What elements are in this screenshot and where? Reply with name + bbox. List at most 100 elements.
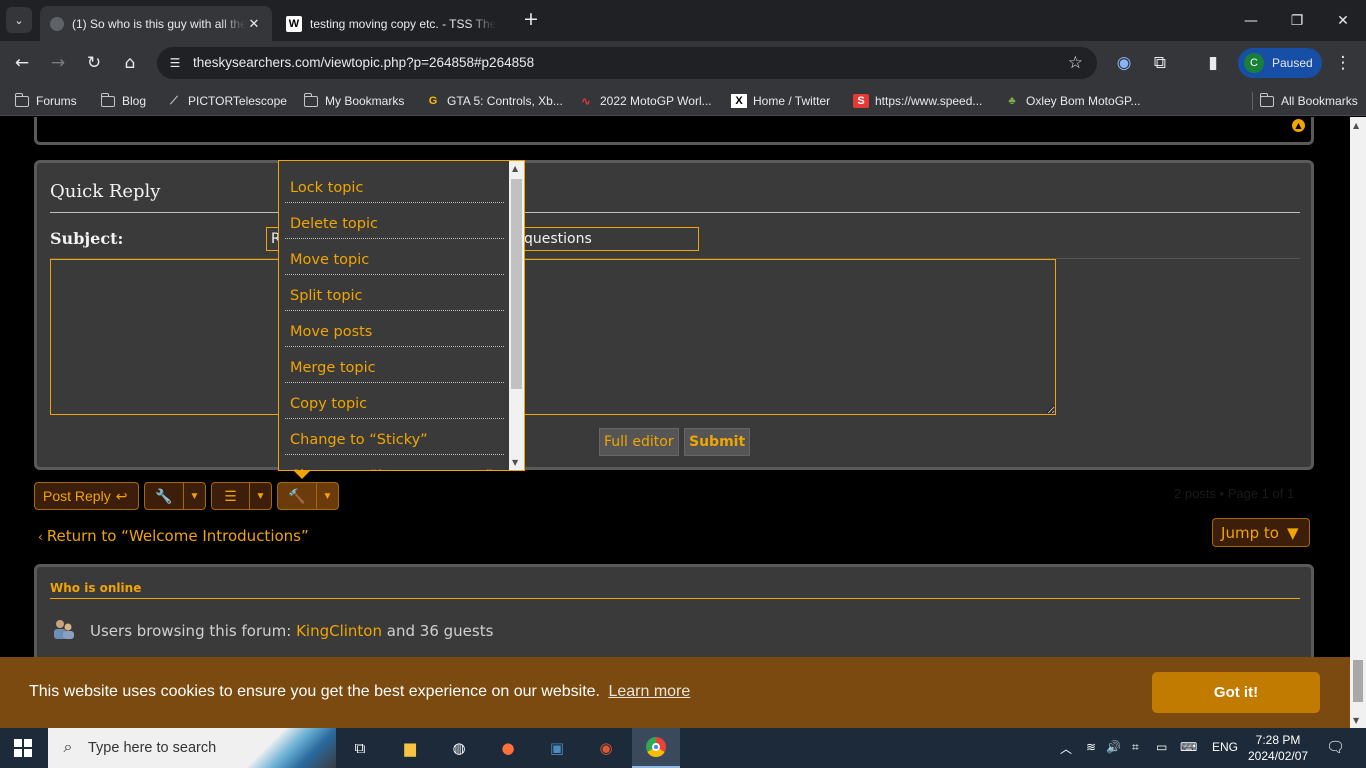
menu-item-move-topic[interactable]: Move topic — [285, 239, 504, 275]
bookmark-label: Oxley Bom MotoGP... — [1026, 94, 1141, 108]
bookmark-star-icon[interactable]: ☆ — [1068, 53, 1083, 73]
volume-icon[interactable]: 🔊 — [1106, 740, 1121, 754]
minimize-icon[interactable]: — — [1228, 0, 1274, 41]
bookmark-motogp[interactable]: ∿ 2022 MotoGP Worl... — [578, 92, 711, 110]
quick-reply-panel: Quick Reply Subject: Rquestions Full edi… — [34, 160, 1314, 470]
scroll-up-icon[interactable]: ▲ — [512, 164, 518, 173]
wifi-icon[interactable]: ≋ — [1086, 740, 1096, 754]
home-icon[interactable]: ⌂ — [117, 50, 143, 76]
chevron-down-icon: ▼ — [183, 483, 205, 509]
menu-item-copy-topic[interactable]: Copy topic — [285, 383, 504, 419]
folder-icon — [1259, 92, 1275, 108]
jump-to-button[interactable]: Jump to ▼ — [1212, 518, 1310, 547]
bookmark-speed[interactable]: Shttps://www.speed... — [853, 92, 982, 110]
bookmark-forums[interactable]: Forums — [14, 92, 77, 110]
cookie-banner: This website uses cookies to ensure you … — [0, 657, 1350, 728]
firefox-icon[interactable]: ● — [496, 736, 520, 760]
dropdown-pointer — [293, 470, 311, 479]
forward-arrow-icon[interactable]: → — [45, 50, 71, 76]
scroll-down-icon[interactable]: ▼ — [1353, 716, 1359, 725]
back-to-top-icon[interactable]: ▲ — [1292, 119, 1305, 132]
tab-active[interactable]: (1) So who is this guy with all the ques… — [40, 6, 272, 41]
message-textarea[interactable] — [50, 259, 1056, 415]
extension-icon[interactable]: ◉ — [1111, 50, 1137, 76]
taskbar-search[interactable]: ⌕ Type here to search — [48, 728, 336, 768]
users-browsing-prefix: Users browsing this forum: — [90, 622, 292, 640]
s-logo-icon: S — [853, 94, 869, 108]
bookmark-my-bookmarks[interactable]: My Bookmarks — [303, 92, 404, 110]
x-logo-icon: X — [731, 94, 747, 108]
site-info-icon[interactable]: ☰ — [165, 53, 185, 73]
menu-item-change-sticky[interactable]: Change to “Sticky” — [285, 419, 504, 455]
page-scrollbar[interactable]: ▲ ▼ — [1350, 117, 1366, 728]
keyboard-icon[interactable]: ⌨ — [1180, 740, 1197, 754]
g-logo-icon: G — [428, 95, 438, 107]
chevron-down-icon: ▼ — [249, 483, 271, 509]
windows-start-icon[interactable] — [14, 739, 32, 757]
bookmark-pictortelescope[interactable]: ⟋ PICTORTelescope — [166, 92, 287, 110]
dropdown-scrollbar[interactable]: ▲ ▼ — [509, 161, 524, 470]
clock[interactable]: 7:28 PM 2024/02/07 — [1248, 732, 1308, 764]
restore-icon[interactable]: ❐ — [1274, 0, 1320, 41]
post-panel-bottom: ▲ — [34, 117, 1314, 145]
tab-search-chevron-icon[interactable]: ⌄ — [6, 7, 32, 33]
page-scroll-thumb[interactable] — [1353, 660, 1363, 702]
duckduckgo-icon[interactable]: ◉ — [594, 736, 618, 760]
scroll-up-icon[interactable]: ▲ — [1353, 121, 1359, 130]
chevron-down-icon: ▼ — [1287, 523, 1299, 542]
post-reply-label: Post Reply — [43, 488, 111, 504]
clock-date: 2024/02/07 — [1248, 749, 1309, 763]
puzzle-extensions-icon[interactable]: ⧉ — [1147, 50, 1173, 76]
online-user-link[interactable]: KingClinton — [296, 622, 382, 640]
bookmark-oxley[interactable]: ♣ Oxley Bom MotoGP... — [1004, 92, 1141, 110]
menu-item-split-topic[interactable]: Split topic — [285, 275, 504, 311]
close-window-icon[interactable]: ✕ — [1320, 0, 1366, 41]
windows-taskbar: ⌕ Type here to search ⧉ ▆ ◍ ● ▣ ◉ ︿ ≋ 🔊 … — [0, 728, 1366, 768]
bookmark-twitter[interactable]: X Home / Twitter — [731, 92, 830, 110]
new-tab-plus-icon[interactable]: + — [520, 9, 542, 31]
tab-close-icon[interactable]: ✕ — [246, 16, 262, 32]
profile-button[interactable]: C Paused — [1238, 48, 1322, 78]
tab-inactive[interactable]: W testing moving copy etc. - TSS The Sky… — [276, 6, 506, 41]
app-gauge-icon[interactable]: ◍ — [447, 736, 471, 760]
network-icon[interactable]: ⌗ — [1132, 740, 1139, 755]
menu-item-merge-topic[interactable]: Merge topic — [285, 347, 504, 383]
got-it-button[interactable]: Got it! — [1152, 672, 1320, 713]
reload-icon[interactable]: ↻ — [81, 50, 107, 76]
avatar: C — [1244, 53, 1264, 73]
python-icon[interactable]: ▣ — [545, 736, 569, 760]
subject-visible-value: questions — [524, 231, 592, 247]
post-reply-button[interactable]: Post Reply ↩ — [34, 482, 139, 510]
learn-more-link[interactable]: Learn more — [608, 683, 690, 700]
language-indicator[interactable]: ENG — [1212, 740, 1238, 754]
address-bar[interactable]: ☰ theskysearchers.com/viewtopic.php?p=26… — [157, 47, 1097, 79]
file-explorer-icon[interactable]: ▆ — [398, 736, 422, 760]
chrome-icon[interactable] — [632, 728, 680, 768]
full-editor-button[interactable]: Full editor — [599, 428, 679, 456]
back-arrow-icon[interactable]: ← — [9, 50, 35, 76]
more-menu-icon[interactable]: ⋮ — [1330, 50, 1356, 76]
notification-icon[interactable]: 🗨 — [1326, 738, 1345, 756]
bookmark-blog[interactable]: Blog — [100, 92, 146, 110]
topic-tools-button[interactable]: 🔧 ▼ — [144, 482, 206, 510]
moderator-tools-list: Lock topic Delete topic Move topic Split… — [279, 161, 509, 470]
menu-item-change-announcement[interactable]: Change to “Announcement” — [285, 455, 504, 470]
moderator-tools-button[interactable]: 🔨 ▼ — [277, 482, 339, 510]
side-panel-icon[interactable]: ▮ — [1200, 50, 1226, 76]
who-is-online-title: Who is online — [50, 581, 142, 595]
sort-button[interactable]: ☰ ▼ — [211, 482, 272, 510]
bookmark-label: PICTORTelescope — [188, 94, 287, 108]
all-bookmarks[interactable]: All Bookmarks — [1252, 92, 1358, 110]
dropdown-scroll-thumb[interactable] — [511, 179, 522, 389]
taskbar-search-placeholder: Type here to search — [88, 740, 217, 756]
tray-chevron-up-icon[interactable]: ︿ — [1060, 740, 1072, 757]
menu-item-delete-topic[interactable]: Delete topic — [285, 203, 504, 239]
bookmark-gta5[interactable]: G GTA 5: Controls, Xb... — [425, 92, 563, 110]
menu-item-lock-topic[interactable]: Lock topic — [285, 167, 504, 203]
submit-button[interactable]: Submit — [684, 428, 751, 456]
task-view-icon[interactable]: ⧉ — [348, 736, 372, 760]
scroll-down-icon[interactable]: ▼ — [512, 458, 518, 467]
menu-item-move-posts[interactable]: Move posts — [285, 311, 504, 347]
return-link[interactable]: ‹ Return to “Welcome Introductions” — [38, 527, 309, 545]
battery-icon[interactable]: ▭ — [1156, 740, 1167, 754]
